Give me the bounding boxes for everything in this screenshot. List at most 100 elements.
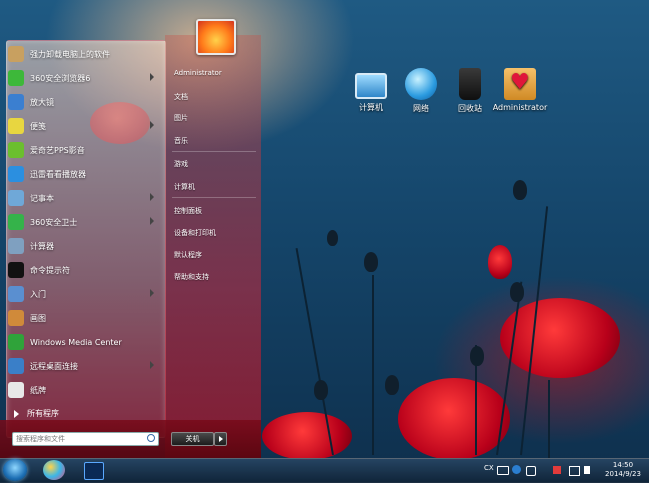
poppy-bud bbox=[327, 230, 338, 246]
start-right-administrator[interactable]: Administrator bbox=[174, 69, 222, 77]
program-label: 360安全卫士 bbox=[30, 217, 78, 227]
program-item[interactable]: 远程桌面连接 bbox=[8, 355, 162, 377]
program-item[interactable]: 画图 bbox=[8, 307, 162, 329]
taskbar-app-color-icon[interactable] bbox=[43, 460, 65, 480]
tray-language[interactable]: CX bbox=[484, 464, 494, 472]
program-label: 命令提示符 bbox=[30, 265, 70, 275]
start-right-help-support[interactable]: 帮助和支持 bbox=[174, 272, 209, 282]
tray-keyboard-icon[interactable] bbox=[497, 466, 509, 475]
desktop-icon-label: Administrator bbox=[492, 103, 548, 112]
program-label: 画图 bbox=[30, 313, 46, 323]
magnifier-icon bbox=[8, 94, 24, 110]
program-item[interactable]: 爱奇艺PPS影音 bbox=[8, 139, 162, 161]
clock-date: 2014/9/23 bbox=[605, 470, 641, 478]
poppy-stem bbox=[496, 281, 523, 456]
program-label: 纸牌 bbox=[30, 385, 46, 395]
shutdown-button[interactable]: 关机 bbox=[171, 432, 214, 446]
shutdown-options-button[interactable] bbox=[214, 432, 227, 446]
poppy-bud bbox=[510, 282, 524, 302]
program-label: 远程桌面连接 bbox=[30, 361, 78, 371]
sticky-notes-icon bbox=[8, 118, 24, 134]
program-label: 计算器 bbox=[30, 241, 54, 251]
poppy-bud bbox=[470, 346, 484, 366]
360-security-icon bbox=[8, 214, 24, 230]
start-orb-icon[interactable] bbox=[3, 459, 27, 481]
program-item[interactable]: 便笺 bbox=[8, 115, 162, 137]
program-item[interactable]: 迅雷看看播放器 bbox=[8, 163, 162, 185]
tray-volume-icon[interactable] bbox=[584, 466, 590, 474]
program-item[interactable]: 放大镜 bbox=[8, 91, 162, 113]
program-label: 爱奇艺PPS影音 bbox=[30, 145, 85, 155]
poppy-bud bbox=[385, 375, 399, 395]
clock-time: 14:50 bbox=[612, 461, 634, 469]
xunlei-player-icon bbox=[8, 166, 24, 182]
poppy-stem bbox=[372, 275, 374, 455]
user-folder-icon bbox=[504, 68, 536, 100]
pps-player-icon bbox=[8, 142, 24, 158]
start-right-control-panel[interactable]: 控制面板 bbox=[174, 206, 202, 216]
taskbar-photoshop-icon[interactable] bbox=[84, 462, 104, 480]
paint-icon bbox=[8, 310, 24, 326]
media-center-icon bbox=[8, 334, 24, 350]
program-item[interactable]: 记事本 bbox=[8, 187, 162, 209]
solitaire-icon bbox=[8, 382, 24, 398]
start-right-devices-printers[interactable]: 设备和打印机 bbox=[174, 228, 216, 238]
program-item[interactable]: 命令提示符 bbox=[8, 259, 162, 281]
program-label: 迅雷看看播放器 bbox=[30, 169, 86, 179]
poppy-stem bbox=[548, 380, 550, 458]
all-programs-button[interactable]: 所有程序 bbox=[14, 408, 59, 419]
remote-desktop-icon bbox=[8, 358, 24, 374]
start-search-input[interactable]: 搜索程序和文件 bbox=[12, 432, 159, 446]
submenu-arrow-icon bbox=[150, 193, 154, 201]
uninstall-icon bbox=[8, 46, 24, 62]
search-icon bbox=[147, 434, 155, 442]
desktop-icon-administrator[interactable]: Administrator bbox=[490, 68, 550, 112]
360-browser-icon bbox=[8, 70, 24, 86]
calculator-icon bbox=[8, 238, 24, 254]
poppy-flower bbox=[398, 378, 510, 460]
submenu-arrow-icon bbox=[150, 289, 154, 297]
poppy-flower bbox=[488, 245, 512, 279]
start-right-music[interactable]: 音乐 bbox=[174, 136, 188, 146]
network-globe-icon bbox=[405, 68, 437, 100]
start-right-default-programs[interactable]: 默认程序 bbox=[174, 250, 202, 260]
taskbar-clock[interactable]: 14:50 2014/9/23 bbox=[603, 461, 643, 479]
poppy-bud bbox=[513, 180, 527, 200]
start-right-computer[interactable]: 计算机 bbox=[174, 182, 195, 192]
start-right-separator bbox=[172, 151, 256, 152]
tray-options-icon[interactable] bbox=[526, 466, 536, 476]
program-item[interactable]: Windows Media Center bbox=[8, 331, 162, 353]
getting-started-icon bbox=[8, 286, 24, 302]
tray-help-icon[interactable] bbox=[512, 465, 521, 474]
user-avatar[interactable] bbox=[196, 19, 236, 55]
start-right-pictures[interactable]: 图片 bbox=[174, 113, 188, 123]
program-item[interactable]: 纸牌 bbox=[8, 379, 162, 401]
start-right-documents[interactable]: 文档 bbox=[174, 92, 188, 102]
desktop-icon-label: 回收站 bbox=[458, 104, 482, 113]
start-right-games[interactable]: 游戏 bbox=[174, 159, 188, 169]
computer-icon bbox=[355, 73, 387, 99]
play-arrow-icon bbox=[14, 409, 19, 418]
notepad-icon bbox=[8, 190, 24, 206]
program-label: 便笺 bbox=[30, 121, 46, 131]
program-label: 记事本 bbox=[30, 193, 54, 203]
program-item[interactable]: 强力卸载电脑上的软件 bbox=[8, 43, 162, 65]
tray-flag-icon[interactable] bbox=[553, 466, 561, 474]
program-label: 入门 bbox=[30, 289, 46, 299]
poppy-flower bbox=[262, 412, 352, 460]
program-item[interactable]: 计算器 bbox=[8, 235, 162, 257]
program-item[interactable]: 360安全浏览器6 bbox=[8, 67, 162, 89]
recycle-bin-icon bbox=[459, 68, 481, 100]
program-label: Windows Media Center bbox=[30, 337, 122, 347]
tray-network-icon[interactable] bbox=[569, 466, 580, 476]
all-programs-label: 所有程序 bbox=[27, 409, 59, 418]
program-item[interactable]: 360安全卫士 bbox=[8, 211, 162, 233]
program-item[interactable]: 入门 bbox=[8, 283, 162, 305]
poppy-bud bbox=[364, 252, 378, 272]
submenu-arrow-icon bbox=[150, 217, 154, 225]
submenu-arrow-icon bbox=[150, 121, 154, 129]
desktop-icon-label: 网络 bbox=[413, 104, 429, 113]
desktop-icon-label: 计算机 bbox=[359, 103, 383, 112]
start-right-separator bbox=[172, 197, 256, 198]
program-label: 强力卸载电脑上的软件 bbox=[30, 49, 110, 59]
